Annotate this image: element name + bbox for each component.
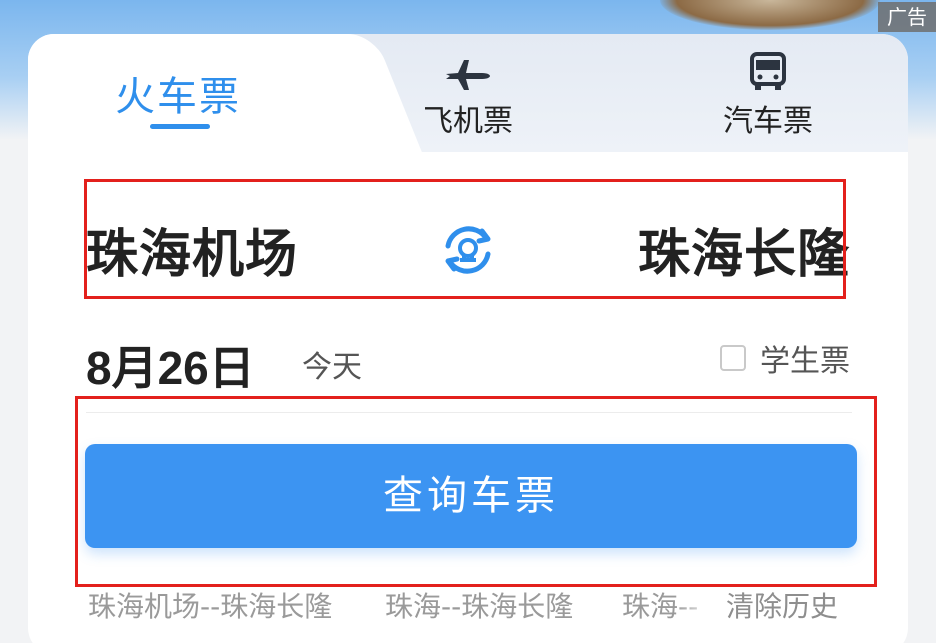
travel-date-weekday[interactable]: 今天 bbox=[302, 342, 362, 386]
tab-active-underline bbox=[150, 124, 210, 129]
bus-icon bbox=[750, 52, 786, 90]
clear-history-button[interactable]: 清除历史 bbox=[726, 585, 838, 625]
tab-train[interactable]: 火车票 bbox=[88, 34, 268, 152]
banner-illustration bbox=[40, 0, 340, 12]
tab-plane[interactable]: 飞机票 bbox=[408, 34, 528, 152]
airplane-icon bbox=[446, 60, 490, 90]
history-item[interactable]: 珠海--珠海长隆 bbox=[385, 585, 573, 625]
student-ticket-label: 学生票 bbox=[760, 344, 850, 379]
highlight-frame-stations bbox=[84, 179, 846, 299]
banner-image bbox=[660, 0, 880, 30]
ad-badge: 广告 bbox=[878, 2, 936, 32]
history-item[interactable]: 珠海-- bbox=[622, 585, 718, 625]
student-ticket-checkbox[interactable] bbox=[720, 345, 746, 371]
tab-bus-label: 汽车票 bbox=[723, 104, 813, 139]
tab-bus[interactable]: 汽车票 bbox=[708, 34, 828, 152]
history-item[interactable]: 珠海机场--珠海长隆 bbox=[88, 585, 332, 625]
search-history: 珠海机场--珠海长隆 珠海--珠海长隆 珠海-- 清除历史 bbox=[88, 585, 858, 625]
student-ticket-option[interactable]: 学生票 bbox=[720, 340, 850, 379]
travel-date[interactable]: 8月26日 bbox=[86, 332, 255, 398]
highlight-frame-button bbox=[75, 396, 877, 587]
tab-train-label: 火车票 bbox=[115, 74, 241, 120]
tab-plane-label: 飞机票 bbox=[423, 104, 513, 139]
